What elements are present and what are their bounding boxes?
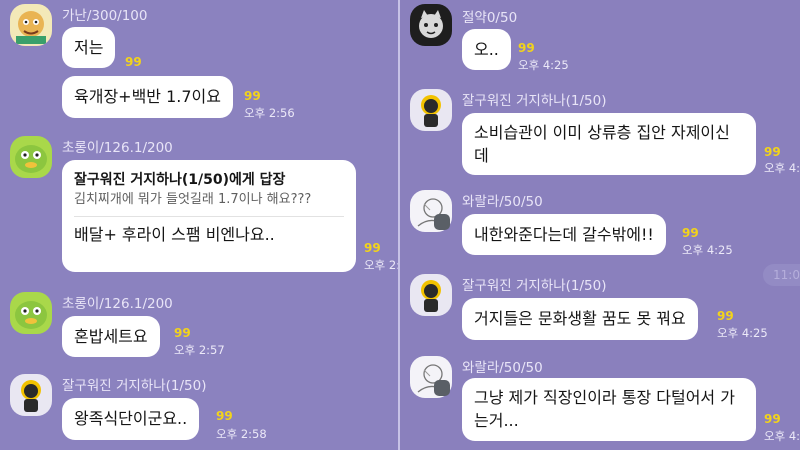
- message-time: 오후 2:: [364, 258, 398, 272]
- message-time: 오후 2:56: [244, 106, 295, 120]
- sender-name: 잘구워진 거지하나(1/50): [62, 378, 207, 394]
- message-time: 오후 2:57: [174, 343, 225, 357]
- reply-message-bubble[interactable]: 잘구워진 거지하나(1/50)에게 답장 김치찌개에 뭐가 들엇길래 1.7이나…: [62, 160, 356, 272]
- unread-count: 99: [717, 309, 734, 323]
- profile-badge-icon: [434, 214, 450, 230]
- green-character-avatar-icon[interactable]: [10, 292, 52, 334]
- sender-name: 절약0/50: [462, 10, 518, 26]
- message-time: 오후 4:25: [518, 58, 569, 72]
- chat-pane-right[interactable]: 절약0/50 오.. 99 오후 4:25 잘구워진 거지하나(1/50) 소비…: [400, 0, 800, 450]
- unread-count: 99: [682, 226, 699, 240]
- message-bubble[interactable]: 오..: [462, 29, 511, 70]
- message-text: 배달+ 후라이 스팸 비엔나요..: [74, 225, 275, 244]
- unread-count: 99: [174, 326, 191, 340]
- message-bubble[interactable]: 내한와준다는데 갈수밖에!!: [462, 214, 666, 255]
- sender-name: 잘구워진 거지하나(1/50): [462, 93, 607, 109]
- message-bubble[interactable]: 저는: [62, 27, 116, 68]
- message-bubble[interactable]: 왕족식단이군요..: [62, 398, 200, 440]
- cartoon-avatar-icon[interactable]: [10, 4, 52, 46]
- unread-count: 99: [125, 55, 142, 69]
- reply-target: 잘구워진 거지하나(1/50)에게 답장: [74, 172, 286, 188]
- unread-count: 99: [244, 89, 261, 103]
- message-bubble[interactable]: 육개장+백반 1.7이요: [62, 76, 233, 118]
- sender-name: 초롱이/126.1/200: [62, 140, 173, 156]
- message-bubble[interactable]: 거지들은 문화생활 꿈도 못 꿔요: [462, 298, 698, 340]
- unread-count: 99: [518, 41, 535, 55]
- message-time: 오후 4:: [764, 429, 800, 443]
- cat-face-avatar-icon[interactable]: [410, 4, 452, 46]
- yellow-head-character-avatar-icon[interactable]: [410, 274, 452, 316]
- divider: [74, 216, 344, 217]
- green-character-avatar-icon[interactable]: [10, 136, 52, 178]
- message-bubble[interactable]: 그냥 제가 직장인이라 통장 다털어서 가는거...: [462, 378, 756, 441]
- unread-count: 99: [364, 241, 381, 255]
- message-time: 오후 2:58: [216, 427, 267, 441]
- unread-count: 99: [764, 412, 781, 426]
- sender-name: 와랄라/50/50: [462, 360, 543, 376]
- yellow-head-character-avatar-icon[interactable]: [410, 89, 452, 131]
- message-time: 오후 4:25: [717, 326, 768, 340]
- yellow-head-character-avatar-icon[interactable]: [10, 374, 52, 416]
- message-time: 오후 4:25: [682, 243, 733, 257]
- faded-time-badge: 11:0: [763, 264, 800, 286]
- sender-name: 잘구워진 거지하나(1/50): [462, 278, 607, 294]
- message-time: 오후 4:25: [764, 161, 800, 175]
- sender-name: 와랄라/50/50: [462, 194, 543, 210]
- reply-quote: 김치찌개에 뭐가 들엇길래 1.7이나 해요???: [74, 192, 312, 207]
- chat-pane-left[interactable]: 가난/300/100 저는 99 육개장+백반 1.7이요 99 오후 2:56…: [0, 0, 398, 450]
- sender-name: 가난/300/100: [62, 8, 148, 24]
- message-bubble[interactable]: 소비습관이 이미 상류층 집안 자제이신데: [462, 113, 756, 175]
- sender-name: 초롱이/126.1/200: [62, 296, 173, 312]
- profile-badge-icon: [434, 380, 450, 396]
- message-bubble[interactable]: 혼밥세트요: [62, 316, 160, 357]
- unread-count: 99: [216, 409, 233, 423]
- unread-count: 99: [764, 145, 781, 159]
